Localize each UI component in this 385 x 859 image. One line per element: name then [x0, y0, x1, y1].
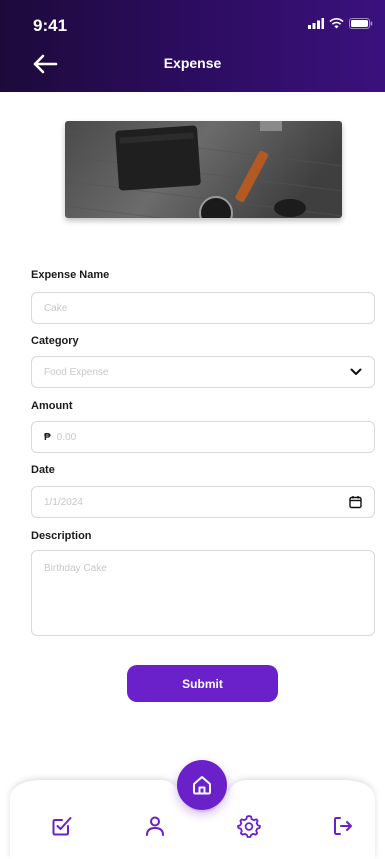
user-icon [146, 816, 164, 836]
expense-name-label: Expense Name [31, 269, 110, 281]
signal-icon [308, 18, 324, 29]
gear-icon [237, 815, 261, 838]
amount-label: Amount [31, 400, 73, 412]
chevron-down-icon [350, 368, 362, 376]
logout-icon [334, 817, 352, 835]
currency-symbol: ₱ [44, 431, 51, 443]
category-value: Food Expense [44, 366, 109, 378]
checkbox-edit-icon [52, 817, 72, 836]
description-input[interactable] [44, 563, 374, 623]
nav-profile[interactable] [141, 812, 169, 840]
wifi-icon [329, 18, 344, 29]
nav-tasks[interactable] [48, 812, 76, 840]
category-label: Category [31, 335, 79, 347]
category-select[interactable]: Food Expense [31, 356, 375, 388]
nav-settings[interactable] [235, 812, 263, 840]
page-title: Expense [163, 55, 222, 71]
nav-logout[interactable] [329, 812, 357, 840]
date-label: Date [31, 464, 55, 476]
expense-name-field[interactable] [31, 292, 375, 324]
date-input[interactable] [44, 496, 374, 508]
description-label: Description [31, 530, 92, 542]
status-time: 9:41 [33, 16, 68, 35]
nav-home-button[interactable] [177, 760, 227, 810]
submit-button[interactable]: Submit [127, 665, 278, 702]
expense-photo [65, 121, 342, 218]
expense-name-input[interactable] [44, 302, 374, 314]
amount-input[interactable] [56, 431, 374, 443]
amount-field[interactable]: ₱ [31, 421, 375, 453]
description-field[interactable] [31, 550, 375, 636]
battery-icon [349, 18, 373, 29]
calendar-icon[interactable] [349, 496, 362, 509]
home-icon [193, 776, 211, 795]
date-field[interactable] [31, 486, 375, 518]
status-icons [308, 18, 373, 29]
app-header: 9:41 Expense [0, 0, 385, 92]
